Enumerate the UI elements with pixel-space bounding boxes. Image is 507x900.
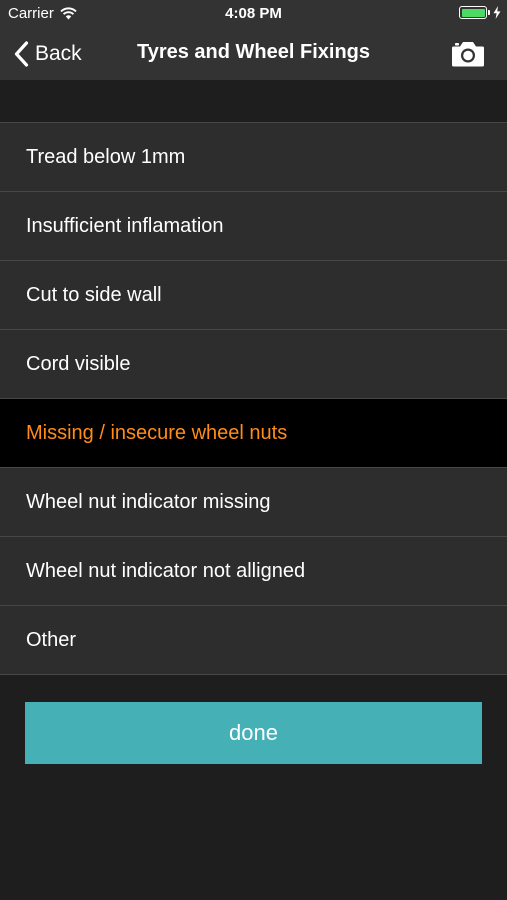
list-item[interactable]: Cut to side wall: [0, 261, 507, 330]
navigation-bar: Back Tyres and Wheel Fixings: [0, 28, 507, 80]
list-item-label: Wheel nut indicator not alligned: [26, 559, 306, 582]
list-item-label: Missing / insecure wheel nuts: [26, 421, 288, 444]
page-title: Tyres and Wheel Fixings: [136, 41, 371, 63]
status-time: 4:08 PM: [225, 5, 282, 22]
battery-indicator: [459, 6, 501, 19]
list-item-label: Insufficient inflamation: [26, 214, 224, 237]
list-item[interactable]: Cord visible: [0, 330, 507, 399]
list-item-selected[interactable]: Missing / insecure wheel nuts: [0, 399, 507, 468]
list-item[interactable]: Other: [0, 606, 507, 675]
camera-icon: [452, 42, 484, 67]
list-item[interactable]: Tread below 1mm: [0, 123, 507, 192]
defect-options-list: Tread below 1mm Insufficient inflamation C…: [0, 122, 507, 675]
done-button[interactable]: done: [25, 702, 482, 764]
status-bar: Carrier 4:08 PM: [0, 0, 507, 28]
battery-tip: [488, 10, 490, 15]
section-spacer: [0, 80, 507, 122]
battery-icon: [459, 6, 487, 19]
list-item-label: Cord visible: [26, 352, 131, 375]
camera-button[interactable]: [451, 40, 485, 68]
list-item-label: Wheel nut indicator missing: [26, 490, 271, 513]
battery-level: [461, 8, 485, 17]
list-item-label: Cut to side wall: [26, 283, 162, 306]
list-item-label: Other: [26, 628, 77, 651]
list-item[interactable]: Wheel nut indicator missing: [0, 468, 507, 537]
list-item[interactable]: Wheel nut indicator not alligned: [0, 537, 507, 606]
charging-bolt-icon: [493, 6, 501, 19]
list-item[interactable]: Insufficient inflamation: [0, 192, 507, 261]
list-item-label: Tread below 1mm: [26, 145, 186, 168]
